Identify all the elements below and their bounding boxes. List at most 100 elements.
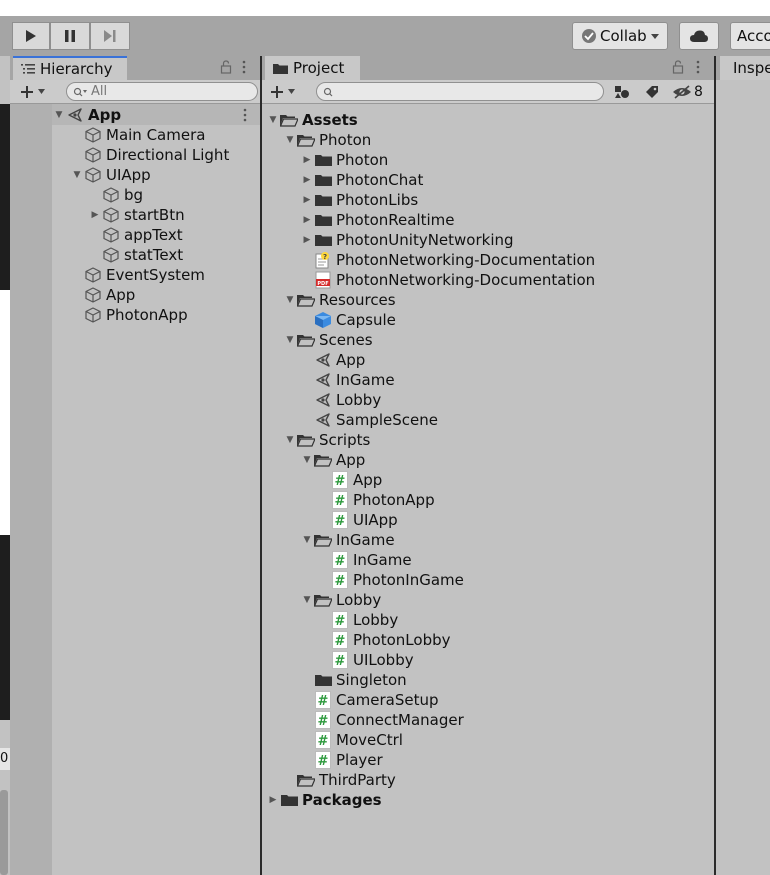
hierarchy-item[interactable]: ▶ startBtn <box>88 205 185 225</box>
project-item-label: PhotonNetworking-Documentation <box>336 251 596 269</box>
expanded-arrow-icon[interactable]: ▼ <box>300 595 314 605</box>
scene-row-menu-icon[interactable] <box>243 108 247 122</box>
hierarchy-item[interactable]: Directional Light <box>70 145 229 165</box>
project-item[interactable]: ▶ PhotonLibs <box>300 190 419 210</box>
hierarchy-item[interactable]: ▼ UIApp <box>70 165 151 185</box>
project-item[interactable]: # Player <box>300 750 383 770</box>
eye-slash-icon <box>673 85 691 99</box>
expanded-arrow-icon[interactable]: ▼ <box>283 435 297 445</box>
hierarchy-item[interactable]: ▼ App <box>52 105 122 125</box>
expanded-arrow-icon[interactable]: ▼ <box>52 110 66 120</box>
project-item[interactable]: ▼ App <box>300 450 366 470</box>
pause-button[interactable] <box>50 22 90 50</box>
hierarchy-item[interactable]: Main Camera <box>70 125 205 145</box>
project-item[interactable]: # PhotonApp <box>317 490 435 510</box>
tab-hierarchy[interactable]: Hierarchy <box>13 56 127 80</box>
project-item[interactable]: App <box>300 350 365 370</box>
unity-scene-icon <box>314 351 332 369</box>
collapsed-arrow-icon[interactable]: ▶ <box>300 155 314 165</box>
project-item[interactable]: # Lobby <box>317 610 398 630</box>
collapsed-arrow-icon[interactable]: ▶ <box>300 175 314 185</box>
hierarchy-item[interactable]: PhotonApp <box>70 305 188 325</box>
cloud-button[interactable] <box>679 22 719 50</box>
tab-inspector[interactable]: Inspector <box>720 56 770 80</box>
project-item-label: ConnectManager <box>336 711 464 729</box>
project-search-input[interactable] <box>316 82 604 101</box>
project-item[interactable]: ▼ Lobby <box>300 590 382 610</box>
tab-project[interactable]: Project <box>265 56 360 80</box>
expanded-arrow-icon[interactable]: ▼ <box>70 170 84 180</box>
svg-text:#: # <box>335 554 346 569</box>
collapsed-arrow-icon[interactable]: ▶ <box>300 215 314 225</box>
project-item-label: Singleton <box>336 671 407 689</box>
hierarchy-gutter <box>10 104 52 875</box>
project-item[interactable]: # PhotonLobby <box>317 630 451 650</box>
scene-scrollbar[interactable] <box>0 790 8 875</box>
expanded-arrow-icon[interactable]: ▼ <box>266 115 280 125</box>
project-item[interactable]: ▶ PhotonRealtime <box>300 210 455 230</box>
expanded-arrow-icon[interactable]: ▼ <box>283 135 297 145</box>
project-item[interactable]: ▼ Assets <box>266 110 358 130</box>
svg-text:#: # <box>335 514 346 529</box>
search-by-type-button[interactable] <box>608 82 636 102</box>
project-item[interactable]: PDF PhotonNetworking-Documentation <box>300 270 595 290</box>
cube-icon <box>84 126 102 144</box>
kebab-menu-icon[interactable] <box>696 60 700 74</box>
collab-dropdown[interactable]: Collab <box>572 22 668 50</box>
collapsed-arrow-icon[interactable]: ▶ <box>266 795 280 805</box>
project-item[interactable]: # App <box>317 470 382 490</box>
step-button[interactable] <box>90 22 130 50</box>
project-item[interactable]: ? PhotonNetworking-Documentation <box>300 250 595 270</box>
project-item[interactable]: Singleton <box>300 670 407 690</box>
project-item[interactable]: ▼ Resources <box>283 290 396 310</box>
project-item[interactable]: ▼ Scenes <box>283 330 373 350</box>
lock-icon[interactable] <box>672 60 684 74</box>
hierarchy-search-input[interactable]: All <box>66 82 258 101</box>
hierarchy-item[interactable]: App <box>70 285 135 305</box>
expanded-arrow-icon[interactable]: ▼ <box>300 455 314 465</box>
project-item[interactable]: # ConnectManager <box>300 710 464 730</box>
hierarchy-item[interactable]: bg <box>88 185 143 205</box>
project-item[interactable]: ▼ Scripts <box>283 430 371 450</box>
collapsed-arrow-icon[interactable]: ▶ <box>300 235 314 245</box>
expanded-arrow-icon[interactable]: ▼ <box>283 335 297 345</box>
hierarchy-item[interactable]: statText <box>88 245 183 265</box>
play-button[interactable] <box>12 22 50 50</box>
collapsed-arrow-icon[interactable]: ▶ <box>88 210 102 220</box>
project-item[interactable]: # PhotonInGame <box>317 570 464 590</box>
folder-open-icon <box>297 291 315 309</box>
collapsed-arrow-icon[interactable]: ▶ <box>300 195 314 205</box>
hidden-packages-toggle[interactable]: 8 <box>672 82 712 102</box>
svg-text:#: # <box>335 574 346 589</box>
kebab-menu-icon[interactable] <box>242 60 246 74</box>
hierarchy-add-button[interactable] <box>20 82 56 101</box>
lock-icon[interactable] <box>220 60 232 74</box>
project-item[interactable]: # InGame <box>317 550 412 570</box>
project-item-label: ThirdParty <box>319 771 396 789</box>
project-item[interactable]: # MoveCtrl <box>300 730 403 750</box>
hierarchy-item[interactable]: appText <box>88 225 183 245</box>
account-dropdown[interactable]: Account <box>730 22 770 50</box>
project-item[interactable]: Lobby <box>300 390 381 410</box>
hierarchy-item[interactable]: EventSystem <box>70 265 205 285</box>
project-item[interactable]: # CameraSetup <box>300 690 439 710</box>
project-item[interactable]: SampleScene <box>300 410 438 430</box>
check-circle-icon <box>582 29 596 43</box>
panel-divider-hierarchy[interactable] <box>260 56 262 875</box>
expanded-arrow-icon[interactable]: ▼ <box>283 295 297 305</box>
project-item[interactable]: # UIApp <box>317 510 398 530</box>
project-item[interactable]: ▶ Packages <box>266 790 382 810</box>
search-by-label-button[interactable] <box>638 82 666 102</box>
project-item[interactable]: ▶ Photon <box>300 150 389 170</box>
project-item[interactable]: InGame <box>300 370 395 390</box>
project-item[interactable]: ▶ PhotonUnityNetworking <box>300 230 514 250</box>
project-item[interactable]: ▶ PhotonChat <box>300 170 424 190</box>
project-item[interactable]: ▼ InGame <box>300 530 395 550</box>
project-item[interactable]: # UILobby <box>317 650 414 670</box>
expanded-arrow-icon[interactable]: ▼ <box>300 535 314 545</box>
project-item[interactable]: ThirdParty <box>283 770 396 790</box>
scene-value-field[interactable]: 0 <box>0 748 10 770</box>
project-item[interactable]: Capsule <box>300 310 396 330</box>
project-add-button[interactable] <box>270 82 306 101</box>
project-item[interactable]: ▼ Photon <box>283 130 372 150</box>
